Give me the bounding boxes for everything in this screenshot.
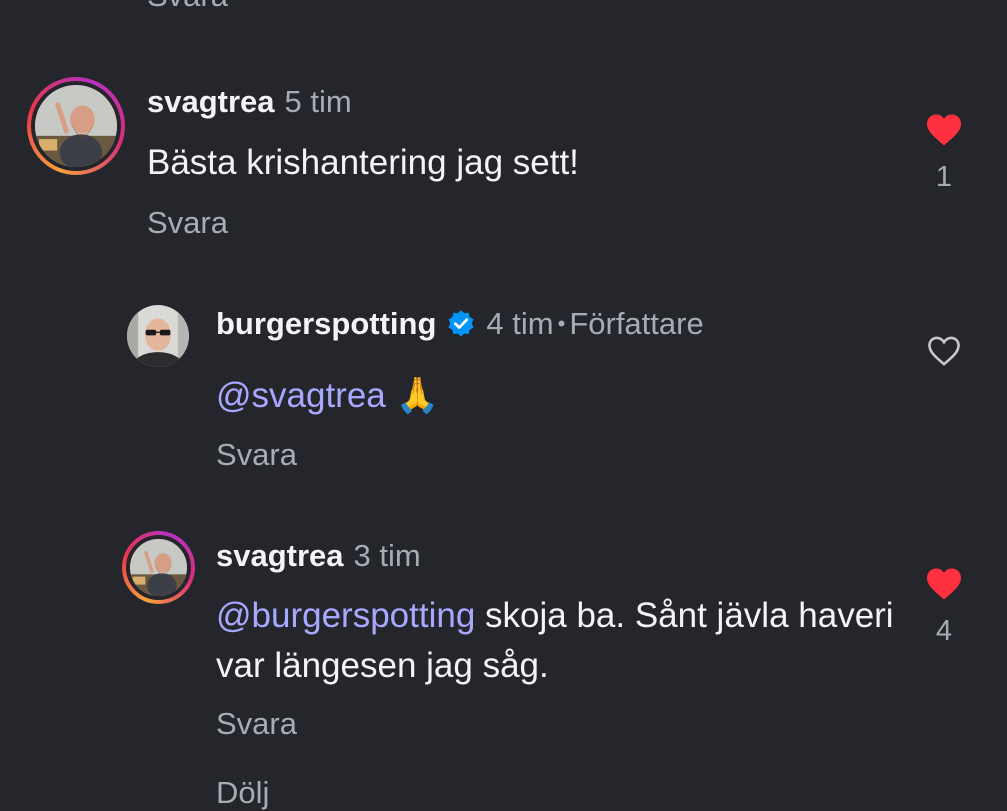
reply-button-previous[interactable]: Svara	[147, 0, 228, 14]
sunglasses-man-avatar-icon	[127, 305, 189, 367]
comment-timestamp: 5 tim	[284, 84, 352, 119]
like-control: 1	[924, 113, 964, 194]
heart-filled-icon[interactable]	[925, 113, 963, 147]
heart-outline-icon[interactable]	[926, 335, 962, 367]
comment-text: @burgerspotting skoja ba. Sånt jävla hav…	[216, 591, 896, 691]
comment-timestamp: 4 tim	[486, 306, 554, 341]
like-count: 4	[935, 615, 953, 647]
bearded-man-avatar-icon	[130, 539, 187, 596]
author-label: Författare	[569, 306, 704, 341]
comment-timestamp: 3 tim	[353, 538, 421, 573]
separator-dot: •	[557, 311, 566, 336]
comment-username[interactable]: svagtrea	[147, 84, 275, 119]
avatar-svagtrea[interactable]	[122, 531, 195, 604]
reply-button[interactable]: Svara	[216, 437, 297, 473]
mention-link[interactable]: @svagtrea	[216, 376, 386, 415]
comment-text: @svagtrea 🙏	[216, 371, 876, 421]
like-count: 1	[935, 161, 953, 193]
heart-filled-icon[interactable]	[925, 567, 963, 601]
avatar-burgerspotting[interactable]	[127, 305, 189, 367]
like-control: 4	[924, 567, 964, 648]
comment-body: 🙏	[385, 376, 440, 415]
comment-text: Bästa krishantering jag sett!	[147, 138, 867, 188]
like-control	[924, 335, 964, 367]
comment-username[interactable]: svagtrea	[216, 538, 344, 573]
reply-button[interactable]: Svara	[216, 706, 297, 742]
comment-body: Bästa krishantering jag sett!	[147, 143, 579, 182]
bearded-man-avatar-icon	[35, 85, 117, 167]
hide-replies-button[interactable]: Dölj	[216, 775, 269, 811]
comment-username[interactable]: burgerspotting	[216, 306, 436, 341]
mention-link[interactable]: @burgerspotting	[216, 596, 475, 635]
avatar-svagtrea[interactable]	[27, 77, 125, 175]
reply-button[interactable]: Svara	[147, 205, 228, 241]
verified-badge-icon	[448, 310, 474, 337]
